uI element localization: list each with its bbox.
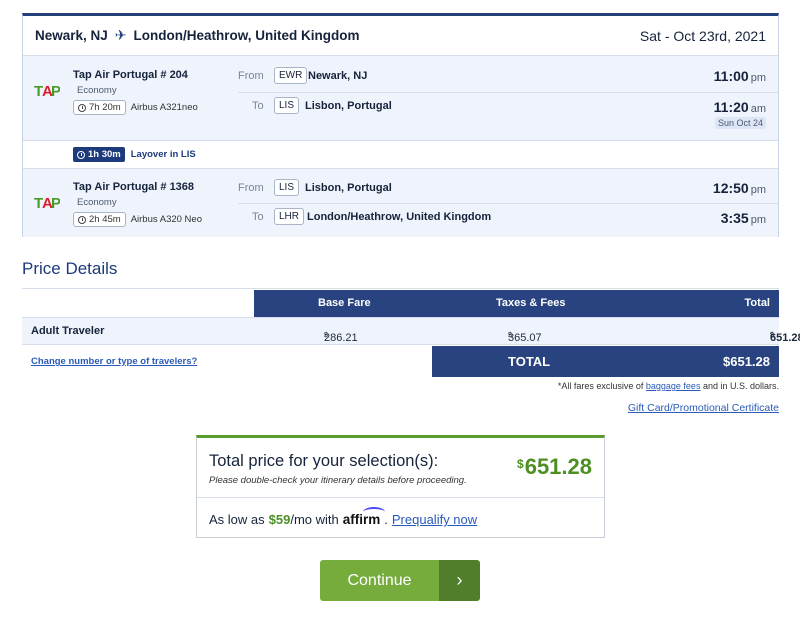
- affirm-financing: As low as $59/mo with affirm . Prequalif…: [209, 507, 478, 527]
- aircraft-type: Airbus A320 Neo: [130, 214, 202, 225]
- total-title: Total price for your selection(s):: [209, 452, 439, 470]
- affirm-logo: affirm: [342, 507, 385, 527]
- prequalify-link[interactable]: Prequalify now: [392, 512, 477, 527]
- carrier-flight: Tap Air Portugal # 204: [73, 69, 188, 81]
- time-value: 3:35: [720, 210, 749, 226]
- column-base-fare: Base Fare: [318, 297, 371, 309]
- itinerary-card: Newark, NJ ✈ London/Heathrow, United Kin…: [22, 13, 779, 237]
- time-ampm: pm: [750, 214, 766, 226]
- total-price-box: Total price for your selection(s): Pleas…: [196, 435, 605, 538]
- continue-label[interactable]: Continue: [320, 560, 439, 601]
- divider: [22, 288, 779, 289]
- time-value: 11:00: [713, 68, 749, 84]
- flight-segment: T A P Tap Air Portugal # 1368 Economy 2h…: [23, 168, 778, 237]
- time-value: 11:20: [713, 99, 749, 115]
- time-ampm: am: [750, 103, 766, 115]
- chevron-right-icon[interactable]: ›: [439, 560, 480, 601]
- itinerary-header: Newark, NJ ✈ London/Heathrow, United Kin…: [23, 16, 778, 56]
- to-label: To: [252, 211, 264, 223]
- airport-code: LIS: [274, 179, 300, 196]
- column-total: Total: [744, 297, 770, 309]
- column-taxes-fees: Taxes & Fees: [496, 297, 566, 309]
- divider: [238, 203, 778, 204]
- carrier-flight: Tap Air Portugal # 1368: [73, 181, 195, 193]
- change-travelers-link[interactable]: Change number or type of travelers?: [31, 356, 197, 367]
- from-label: From: [238, 70, 264, 82]
- total-price: $651.28: [517, 454, 592, 479]
- route: Newark, NJ ✈ London/Heathrow, United Kin…: [35, 27, 360, 44]
- layover-duration: 1h 30m: [73, 147, 125, 162]
- tap-logo-icon: T A P: [34, 195, 60, 210]
- total-label: TOTAL: [508, 354, 551, 369]
- flight-segment: T A P Tap Air Portugal # 204 Economy 7h …: [23, 56, 778, 140]
- flight-duration: 2h 45m Airbus A320 Neo: [73, 212, 202, 227]
- divider: [238, 92, 778, 93]
- from-label: From: [238, 182, 264, 194]
- duration-value: 7h 20m: [89, 102, 121, 113]
- airport-city: Lisbon, Portugal: [305, 182, 392, 194]
- continue-button[interactable]: Continue ›: [320, 560, 480, 601]
- cabin-class: Economy: [77, 197, 117, 208]
- time-ampm: pm: [750, 184, 766, 196]
- to-label: To: [252, 100, 264, 112]
- depart-time: 12:50 pm: [713, 180, 766, 196]
- layover-row: 1h 30m Layover in LIS: [23, 140, 778, 168]
- depart-time: 11:00 pm: [714, 68, 766, 84]
- divider: [197, 497, 604, 498]
- affirm-amount: $59: [268, 512, 291, 527]
- clock-icon: [78, 103, 86, 112]
- total-subtitle: Please double-check your itinerary detai…: [209, 475, 467, 486]
- layover-text: Layover in LIS: [130, 149, 196, 160]
- duration-pill: 7h 20m: [73, 100, 126, 115]
- total-bar: TOTAL $651.28: [432, 346, 779, 377]
- clock-icon: [77, 150, 85, 159]
- traveler-type: Adult Traveler: [31, 325, 105, 337]
- destination-city: London/Heathrow, United Kingdom: [133, 28, 360, 43]
- time-value: 12:50: [712, 180, 749, 196]
- flight-duration: 7h 20m Airbus A321neo: [73, 100, 198, 115]
- fare-note: *All fares exclusive of baggage fees and…: [557, 381, 779, 391]
- layover-time: 1h 30m: [88, 149, 121, 160]
- next-day-badge: Sun Oct 24: [714, 117, 766, 129]
- airport-city: Newark, NJ: [308, 70, 368, 82]
- arrive-time: 3:35 pm: [721, 210, 766, 226]
- baggage-fees-link[interactable]: baggage fees: [646, 381, 701, 391]
- arrive-time: 11:20 am: [714, 99, 766, 115]
- duration-pill: 2h 45m: [73, 212, 126, 227]
- price-table-header: Base Fare Taxes & Fees Total: [254, 290, 779, 317]
- svg-text:P: P: [51, 195, 60, 210]
- airport-city: London/Heathrow, United Kingdom: [307, 211, 492, 223]
- duration-value: 2h 45m: [89, 214, 121, 225]
- tap-logo-icon: T A P: [34, 83, 60, 98]
- cabin-class: Economy: [77, 85, 117, 96]
- price-details-title: Price Details: [22, 259, 118, 278]
- airport-city: Lisbon, Portugal: [305, 100, 392, 112]
- airport-code: LIS: [274, 97, 300, 114]
- price-row-adult: Adult Traveler $286.21 $365.07 $651.28: [22, 317, 800, 345]
- airport-code: EWR: [274, 67, 308, 84]
- origin-city: Newark, NJ: [35, 28, 108, 43]
- airplane-icon: ✈: [114, 27, 127, 43]
- svg-text:P: P: [51, 83, 60, 98]
- total-amount: $651.28: [723, 354, 770, 369]
- aircraft-type: Airbus A321neo: [130, 102, 198, 113]
- gift-card-link[interactable]: Gift Card/Promotional Certificate: [628, 402, 779, 414]
- travel-date: Sat - Oct 23rd, 2021: [639, 27, 766, 44]
- time-ampm: pm: [750, 72, 766, 84]
- airport-code: LHR: [274, 208, 305, 225]
- clock-icon: [78, 215, 86, 224]
